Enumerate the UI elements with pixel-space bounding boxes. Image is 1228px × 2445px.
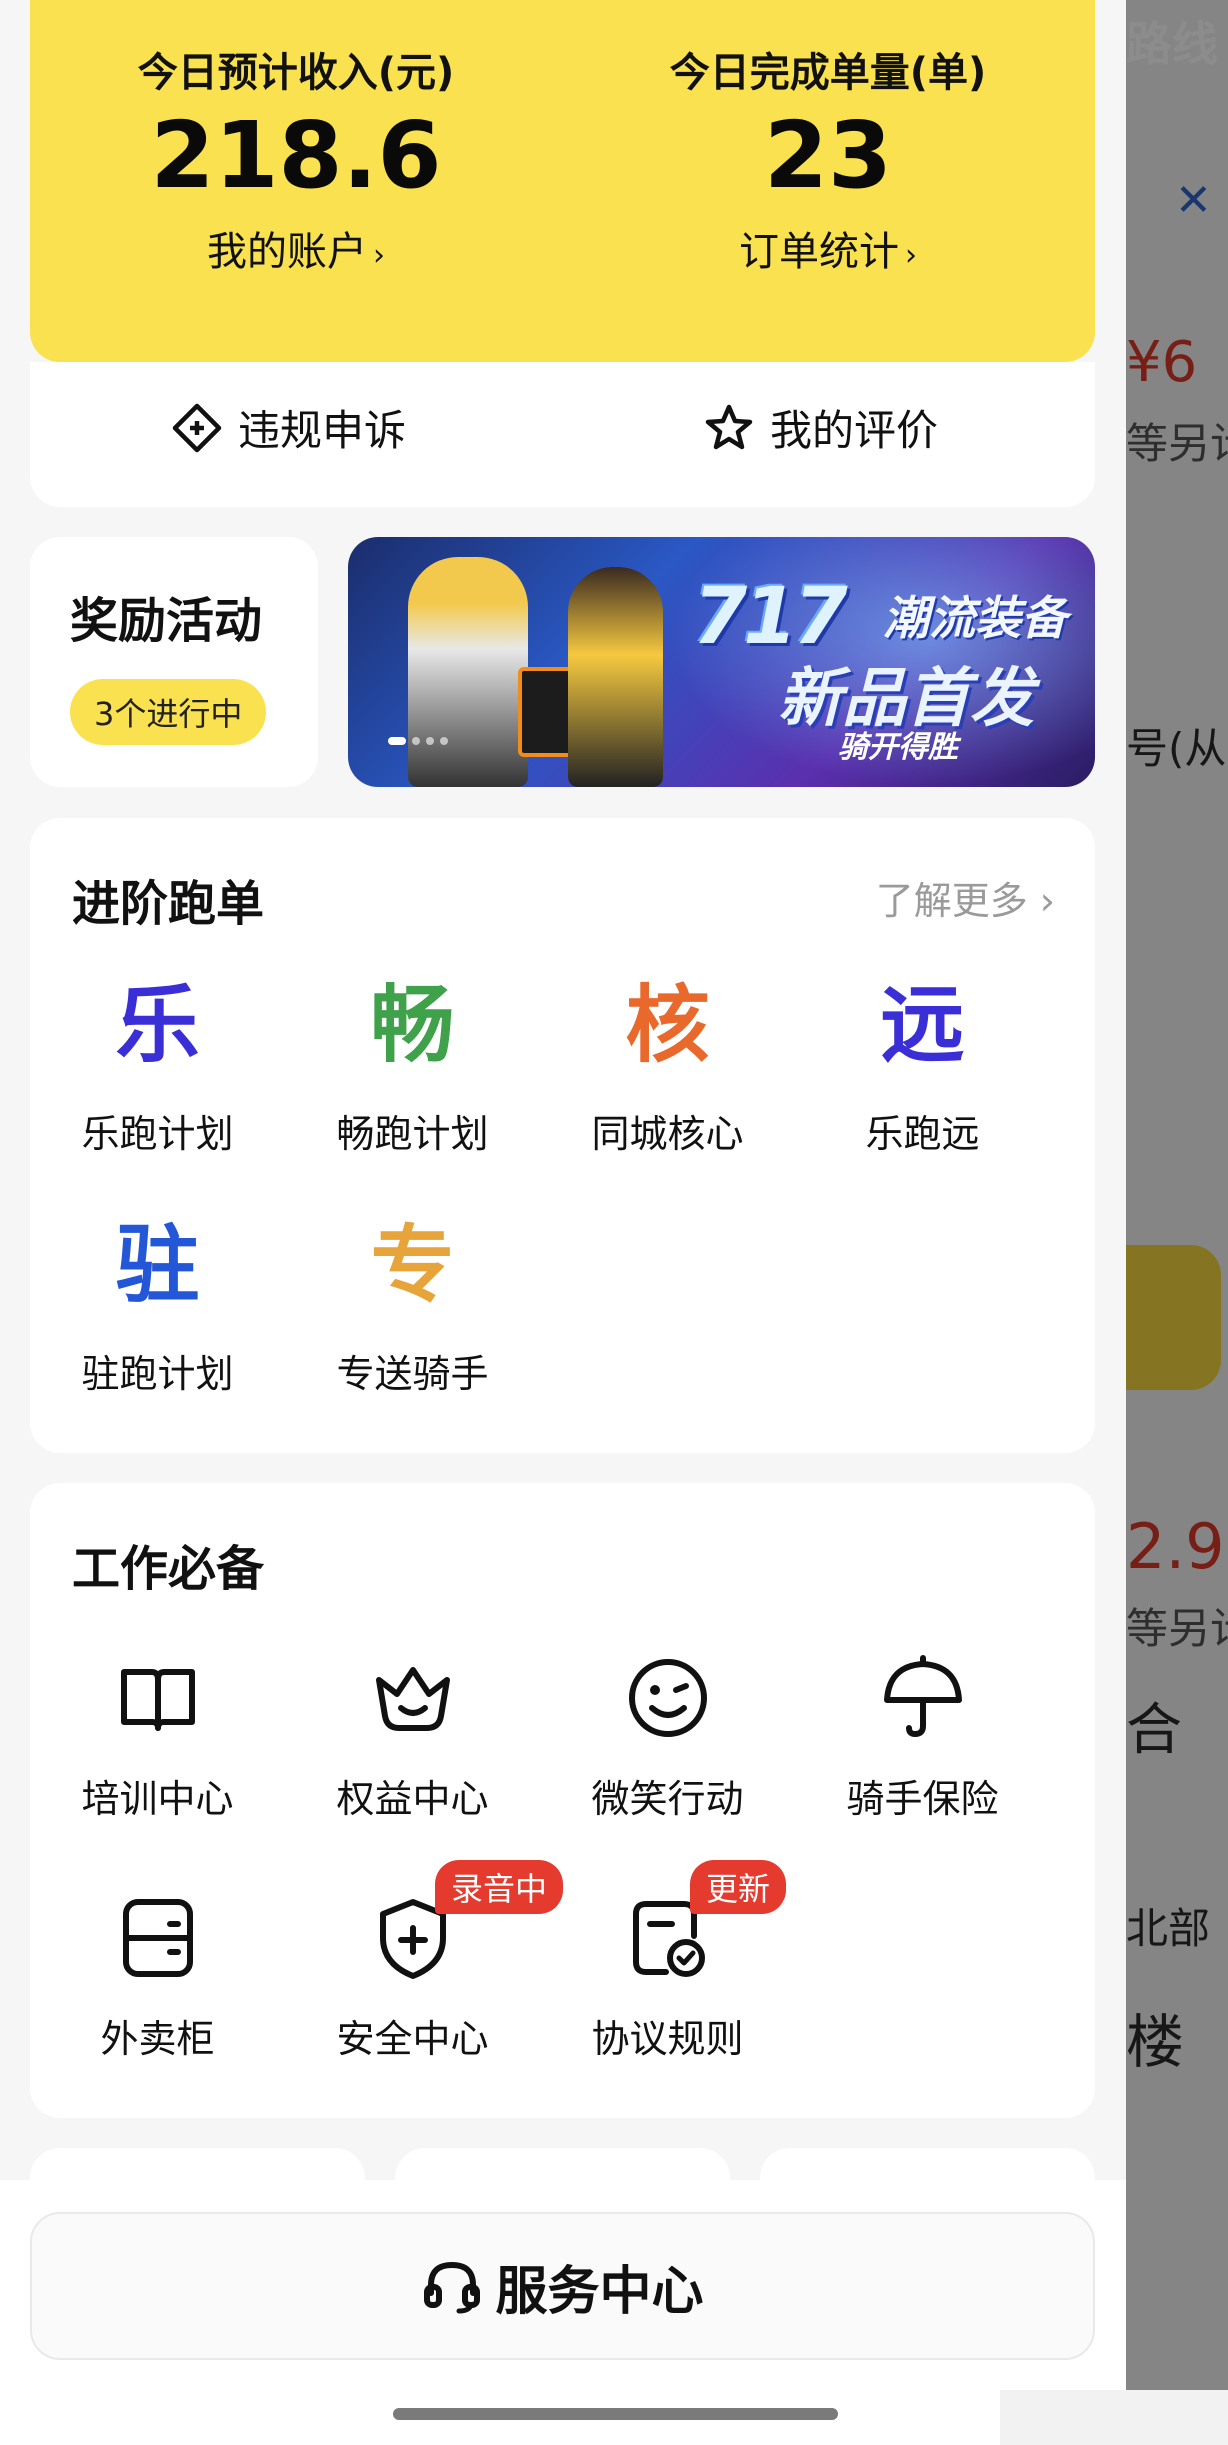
smile-icon <box>628 1659 707 1737</box>
carousel-indicator <box>388 737 448 745</box>
essential-item[interactable]: 权益中心 <box>285 1648 540 1823</box>
my-account-link[interactable]: 我的账户 › <box>207 219 385 277</box>
essential-label: 微笑行动 <box>591 1777 744 1821</box>
essentials-title: 工作必备 <box>72 1541 265 1597</box>
background-overlay[interactable] <box>1126 0 1228 2390</box>
program-item[interactable]: 畅 畅跑计划 <box>285 983 540 1158</box>
chevron-right-icon: › <box>373 237 385 273</box>
essential-label: 外卖柜 <box>100 2017 215 2061</box>
appeal-icon <box>172 403 222 452</box>
advanced-title: 进阶跑单 <box>72 876 265 932</box>
essential-item[interactable]: 微笑行动 <box>540 1648 795 1823</box>
order-stats-link[interactable]: 订单统计 › <box>739 219 917 277</box>
chevron-right-icon: › <box>1039 879 1055 923</box>
essential-item[interactable]: 培训中心 <box>30 1648 285 1823</box>
locker-icon <box>122 1899 193 1977</box>
book-icon <box>120 1669 195 1731</box>
appeal-label: 违规申诉 <box>238 406 407 455</box>
orders-stat: 今日完成单量(单) 23 订单统计 › <box>562 40 1094 277</box>
program-label: 专送骑手 <box>336 1352 489 1396</box>
stats-card: 今日预计收入(元) 218.6 我的账户 › 今日完成单量(单) 23 订单统计 › <box>30 0 1095 362</box>
essential-item[interactable]: 骑手保险 <box>795 1648 1050 1823</box>
program-glyph: 核 <box>625 976 710 1074</box>
crown-icon <box>375 1667 450 1731</box>
headset-icon <box>424 2261 481 2314</box>
advanced-orders-card: 进阶跑单 了解更多 › 乐 乐跑计划 畅 畅跑计划 核 同城核心 远 乐跑远 驻… <box>30 818 1095 1453</box>
promo-banner[interactable]: 717 潮流装备 新品首发 骑开得胜 <box>348 537 1095 787</box>
banner-line1: 潮流装备 <box>883 591 1067 645</box>
reward-title: 奖励活动 <box>70 593 263 649</box>
program-glyph: 乐 <box>115 976 200 1074</box>
reward-count-badge: 3个进行中 <box>70 679 267 745</box>
program-glyph: 畅 <box>370 976 455 1074</box>
essential-label: 协议规则 <box>591 2017 744 2061</box>
my-rating-button[interactable]: 我的评价 <box>702 397 938 458</box>
home-indicator[interactable] <box>393 2408 838 2420</box>
reward-activities-card[interactable]: 奖励活动 3个进行中 <box>30 537 318 787</box>
orders-value: 23 <box>763 102 893 209</box>
appeal-button[interactable]: 违规申诉 <box>170 397 406 458</box>
side-drawer: 今日预计收入(元) 218.6 我的账户 › 今日完成单量(单) 23 订单统计 ›… <box>0 0 1126 2390</box>
order-stats-label: 订单统计 <box>739 228 899 275</box>
umbrella-icon <box>883 1655 962 1738</box>
my-account-label: 我的账户 <box>207 228 367 275</box>
program-item[interactable]: 专 专送骑手 <box>285 1223 540 1398</box>
rider-image <box>408 557 528 787</box>
my-rating-label: 我的评价 <box>770 406 939 455</box>
program-glyph: 专 <box>370 1216 455 1314</box>
essential-item[interactable]: 更新 协议规则 <box>540 1860 795 2063</box>
program-glyph: 驻 <box>115 1216 200 1314</box>
essential-label: 培训中心 <box>81 1777 234 1821</box>
program-glyph: 远 <box>880 976 965 1074</box>
income-title: 今日预计收入(元) <box>137 50 455 96</box>
essential-label: 安全中心 <box>336 2017 489 2061</box>
program-item[interactable]: 远 乐跑远 <box>795 983 1050 1158</box>
chevron-right-icon: › <box>905 237 917 273</box>
program-label: 乐跑远 <box>865 1112 980 1156</box>
star-icon <box>705 404 753 449</box>
program-item[interactable]: 驻 驻跑计划 <box>30 1223 285 1398</box>
orders-title: 今日完成单量(单) <box>669 50 987 96</box>
quick-actions-row: 违规申诉 我的评价 <box>30 362 1095 507</box>
work-essentials-card: 工作必备 培训中心 权益中心 微笑行动 骑手保险 外卖柜 录音中 安全中心 更新… <box>30 1483 1095 2118</box>
essential-label: 权益中心 <box>336 1777 489 1821</box>
income-value: 218.6 <box>150 102 442 209</box>
rider-image <box>568 567 663 787</box>
learn-more-link[interactable]: 了解更多 › <box>876 870 1055 925</box>
program-item[interactable]: 核 同城核心 <box>540 983 795 1158</box>
service-center-label: 服务中心 <box>495 2261 704 2322</box>
program-label: 同城核心 <box>591 1112 744 1156</box>
program-label: 畅跑计划 <box>336 1112 489 1156</box>
essential-item[interactable]: 外卖柜 <box>30 1888 285 2063</box>
learn-more-label: 了解更多 <box>875 879 1028 923</box>
update-badge: 更新 <box>690 1860 787 1914</box>
program-label: 乐跑计划 <box>81 1112 234 1156</box>
program-item[interactable]: 乐 乐跑计划 <box>30 983 285 1158</box>
essential-item[interactable]: 录音中 安全中心 <box>285 1860 564 2063</box>
program-label: 驻跑计划 <box>81 1352 234 1396</box>
banner-line3: 骑开得胜 <box>838 730 958 765</box>
income-stat: 今日预计收入(元) 218.6 我的账户 › <box>30 40 562 277</box>
essential-label: 骑手保险 <box>846 1777 999 1821</box>
service-center-button[interactable]: 服务中心 <box>30 2212 1095 2360</box>
